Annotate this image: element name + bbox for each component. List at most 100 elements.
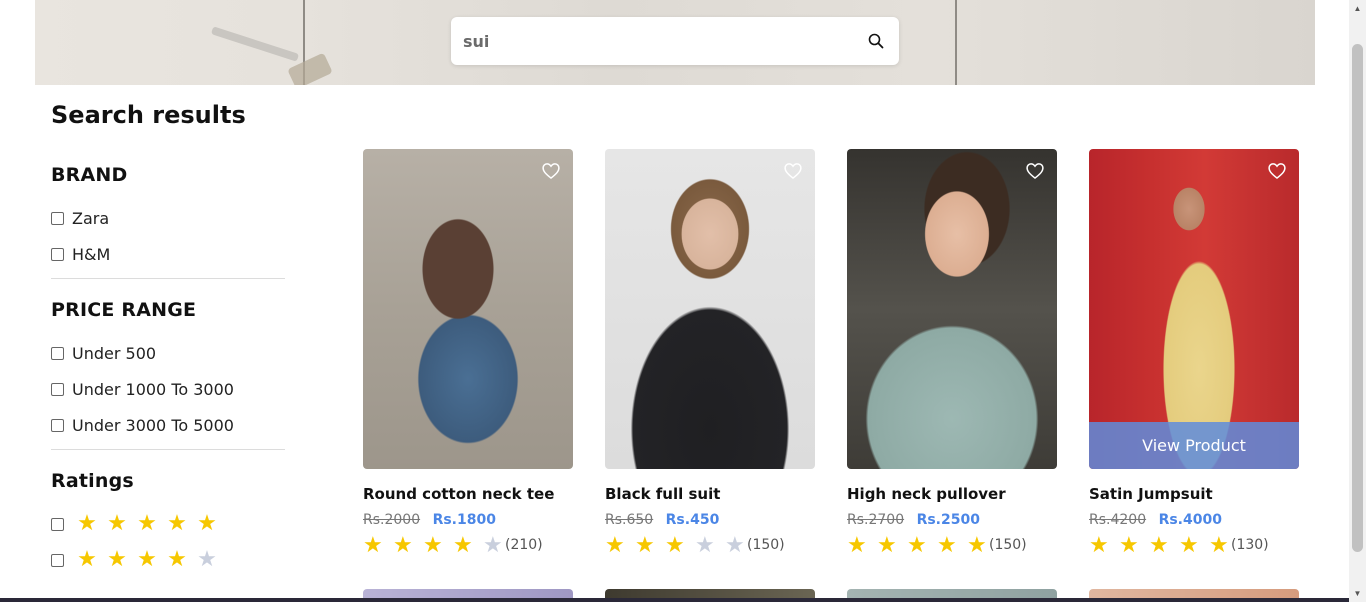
sale-price: Rs.450: [665, 512, 720, 528]
vertical-scrollbar[interactable]: ▲ ▼: [1349, 0, 1366, 602]
heart-icon[interactable]: [1025, 161, 1045, 181]
star-filled-icon: ★: [1149, 532, 1169, 557]
product-image[interactable]: View Product: [1089, 149, 1299, 469]
divider: [51, 449, 285, 450]
star-filled-icon: ★: [1089, 532, 1109, 557]
star-filled-icon: ★: [907, 532, 927, 557]
heart-icon[interactable]: [1267, 161, 1287, 181]
checkbox[interactable]: [51, 418, 64, 432]
rating-stars: ★ ★ ★ ★ ★: [363, 534, 513, 556]
option-label: H&M: [72, 244, 111, 264]
star-filled-icon: ★: [393, 532, 413, 557]
view-product-button[interactable]: View Product: [1089, 422, 1299, 469]
original-price: Rs.2700: [847, 512, 905, 528]
heart-icon[interactable]: [783, 161, 803, 181]
product-rating: ★ ★ ★ ★ ★ (150): [605, 534, 815, 556]
product-prices: Rs.650 Rs.450: [605, 512, 815, 528]
sale-price: Rs.1800: [432, 512, 496, 528]
brand-option-zara[interactable]: Zara: [51, 200, 285, 236]
heart-icon[interactable]: [541, 161, 561, 181]
checkbox[interactable]: [51, 382, 64, 396]
product-rating: ★ ★ ★ ★ ★ (130): [1089, 534, 1299, 556]
product-name[interactable]: Black full suit: [605, 485, 815, 503]
review-count: (130): [1231, 537, 1269, 553]
star-filled-icon: ★: [137, 547, 157, 572]
price-filter-title: PRICE RANGE: [51, 299, 197, 321]
star-filled-icon: ★: [635, 532, 655, 557]
star-empty-icon: ★: [197, 547, 217, 572]
rating-stars: ★ ★ ★ ★ ★: [605, 534, 755, 556]
checkbox[interactable]: [51, 211, 64, 225]
product-image[interactable]: [363, 149, 573, 469]
star-filled-icon: ★: [453, 532, 473, 557]
star-filled-icon: ★: [197, 511, 217, 536]
review-count: (150): [989, 537, 1027, 553]
star-filled-icon: ★: [137, 511, 157, 536]
sale-price: Rs.4000: [1158, 512, 1222, 528]
ratings-filter-title: Ratings: [51, 470, 134, 492]
star-filled-icon: ★: [1119, 532, 1139, 557]
product-card[interactable]: Round cotton neck tee Rs.2000 Rs.1800 ★ ★…: [363, 149, 573, 556]
decor-hanger: [210, 26, 300, 62]
product-image[interactable]: [605, 149, 815, 469]
star-empty-icon: ★: [695, 532, 715, 557]
divider: [51, 278, 285, 279]
star-filled-icon: ★: [937, 532, 957, 557]
rating-stars: ★ ★ ★ ★ ★: [847, 534, 997, 556]
brand-option-hm[interactable]: H&M: [51, 236, 285, 272]
page-title: Search results: [51, 101, 246, 129]
rating-option-4[interactable]: ★ ★ ★ ★ ★: [51, 542, 285, 578]
product-card[interactable]: View Product Satin Jumpsuit Rs.4200 Rs.4…: [1089, 149, 1299, 556]
search-bar[interactable]: sui: [451, 17, 899, 65]
option-label: Under 3000 To 5000: [72, 415, 234, 435]
brand-filter-title: BRAND: [51, 164, 128, 186]
product-card[interactable]: Black full suit Rs.650 Rs.450 ★ ★ ★ ★ ★ (150…: [605, 149, 815, 556]
review-count: (210): [505, 537, 543, 553]
price-option-1000-3000[interactable]: Under 1000 To 3000: [51, 371, 285, 407]
product-prices: Rs.2000 Rs.1800: [363, 512, 573, 528]
star-filled-icon: ★: [1179, 532, 1199, 557]
product-rating: ★ ★ ★ ★ ★ (150): [847, 534, 1057, 556]
product-name[interactable]: Satin Jumpsuit: [1089, 485, 1299, 503]
checkbox[interactable]: [51, 346, 64, 360]
rating-stars: ★ ★ ★ ★ ★: [1089, 534, 1239, 556]
checkbox[interactable]: [51, 517, 64, 531]
scrollbar-thumb[interactable]: [1352, 44, 1363, 552]
original-price: Rs.650: [605, 512, 654, 528]
search-input[interactable]: sui: [463, 32, 867, 51]
product-rating: ★ ★ ★ ★ ★ (210): [363, 534, 573, 556]
product-prices: Rs.4200 Rs.4000: [1089, 512, 1299, 528]
page: sui Search results BRAND Zara H&M PRICE …: [0, 0, 1366, 602]
star-filled-icon: ★: [77, 547, 97, 572]
star-filled-icon: ★: [107, 511, 127, 536]
checkbox[interactable]: [51, 247, 64, 261]
star-filled-icon: ★: [847, 532, 867, 557]
product-card[interactable]: High neck pullover Rs.2700 Rs.2500 ★ ★ ★ ★ ★…: [847, 149, 1057, 556]
product-name[interactable]: Round cotton neck tee: [363, 485, 573, 503]
price-option-3000-5000[interactable]: Under 3000 To 5000: [51, 407, 285, 443]
rating-stars: ★ ★ ★ ★ ★: [72, 549, 222, 571]
star-filled-icon: ★: [423, 532, 443, 557]
product-image[interactable]: [847, 149, 1057, 469]
star-filled-icon: ★: [605, 532, 625, 557]
option-label: Zara: [72, 208, 110, 228]
filters-sidebar: BRAND Zara H&M PRICE RANGE Under 500 Und…: [51, 160, 285, 578]
search-icon[interactable]: [867, 32, 885, 50]
checkbox[interactable]: [51, 553, 64, 567]
decor-rope: [955, 0, 957, 85]
option-label: Under 1000 To 3000: [72, 379, 234, 399]
scroll-down-arrow-icon[interactable]: ▼: [1349, 585, 1366, 602]
star-filled-icon: ★: [77, 511, 97, 536]
price-option-under-500[interactable]: Under 500: [51, 335, 285, 371]
rating-option-5[interactable]: ★ ★ ★ ★ ★: [51, 506, 285, 542]
star-filled-icon: ★: [107, 547, 127, 572]
rating-stars: ★ ★ ★ ★ ★: [72, 513, 222, 535]
product-name[interactable]: High neck pullover: [847, 485, 1057, 503]
star-filled-icon: ★: [363, 532, 383, 557]
review-count: (150): [747, 537, 785, 553]
scroll-up-arrow-icon[interactable]: ▲: [1349, 0, 1366, 17]
option-label: Under 500: [72, 343, 157, 363]
original-price: Rs.2000: [363, 512, 421, 528]
star-filled-icon: ★: [167, 511, 187, 536]
window-bottom-edge: [0, 598, 1349, 602]
